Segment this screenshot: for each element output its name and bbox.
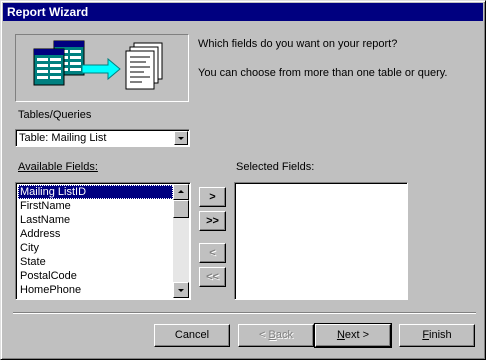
tables-queries-value: Table: Mailing List: [19, 132, 107, 144]
tables-queries-label: Tables/Queries: [18, 109, 92, 121]
selected-fields-list[interactable]: [234, 182, 408, 300]
scroll-down-button[interactable]: [173, 282, 189, 298]
chevron-down-icon: [178, 137, 184, 140]
scroll-thumb[interactable]: [173, 200, 189, 218]
scroll-up-button[interactable]: [173, 184, 189, 200]
next-button[interactable]: Next >: [314, 323, 392, 348]
arrow-up-icon: [178, 190, 184, 193]
remove-all-fields-button[interactable]: <<: [199, 267, 226, 287]
cancel-button[interactable]: Cancel: [154, 324, 230, 347]
back-button[interactable]: < Back: [238, 324, 314, 347]
tables-queries-combo[interactable]: Table: Mailing List: [15, 129, 190, 147]
vertical-scrollbar[interactable]: [173, 184, 189, 298]
list-item[interactable]: LastName: [18, 213, 173, 227]
list-item[interactable]: City: [18, 241, 173, 255]
list-item[interactable]: PostalCode: [18, 269, 173, 283]
list-item[interactable]: HomePhone: [18, 283, 173, 297]
list-item[interactable]: State: [18, 255, 173, 269]
finish-button[interactable]: Finish: [399, 324, 475, 347]
combo-dropdown-button[interactable]: [174, 131, 188, 145]
wizard-question: Which fields do you want on your report?: [198, 38, 398, 50]
list-item[interactable]: Address: [18, 227, 173, 241]
list-item[interactable]: Mailing ListID: [18, 185, 173, 199]
add-all-fields-button[interactable]: >>: [199, 211, 226, 231]
footer-separator: [13, 312, 476, 314]
wizard-hint: You can choose from more than one table …: [198, 67, 448, 79]
available-fields-list[interactable]: Mailing ListID FirstName LastName Addres…: [15, 182, 191, 300]
remove-field-button[interactable]: <: [199, 243, 226, 263]
selected-fields-label: Selected Fields:: [236, 161, 315, 173]
add-field-button[interactable]: >: [199, 187, 226, 207]
window-title: Report Wizard: [7, 5, 89, 19]
available-fields-label: Available Fields:: [18, 161, 98, 173]
tables-to-report-icon: [15, 34, 189, 102]
report-wizard-window: Report Wizard Which fields do you want o…: [0, 0, 486, 360]
title-bar[interactable]: Report Wizard: [3, 3, 483, 21]
list-item[interactable]: FirstName: [18, 199, 173, 213]
arrow-down-icon: [178, 289, 184, 292]
